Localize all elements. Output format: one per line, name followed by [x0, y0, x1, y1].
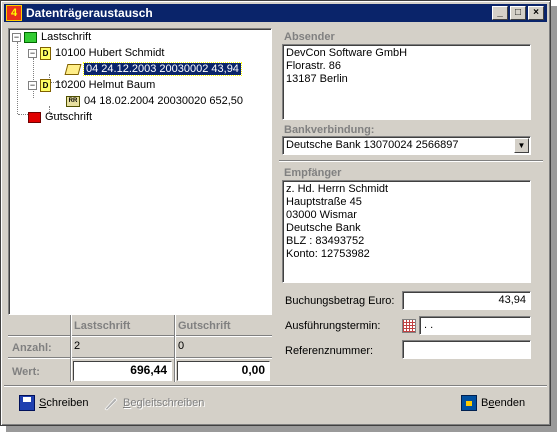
bankverbindung-select[interactable]: Deutsche Bank 13070024 2566897 ▼ — [282, 136, 531, 155]
label-text: chreiben — [46, 397, 89, 409]
bankverbindung-value: Deutsche Bank 13070024 2566897 — [286, 139, 459, 151]
collapse-icon[interactable]: − — [28, 48, 37, 58]
anzahl-label: Anzahl: — [12, 342, 52, 354]
empfaenger-line: Hauptstraße 45 — [286, 196, 362, 208]
wert-lastschrift-value: 696,44 — [73, 361, 172, 381]
rr-document-icon: RR — [66, 95, 80, 107]
exit-door-icon — [461, 395, 477, 411]
empfaenger-textarea[interactable]: z. Hd. Herrn Schmidt Hauptstraße 45 0300… — [282, 180, 531, 283]
absender-line: Florastr. 86 — [286, 60, 342, 72]
label-text: enden — [494, 397, 526, 409]
absender-line: DevCon Software GmbH — [286, 47, 408, 59]
quill-pen-icon — [103, 395, 119, 411]
tree-node-customer-10200[interactable]: − D 10200 Helmut Baum — [28, 77, 155, 93]
absender-label: Absender — [284, 31, 335, 43]
wert-label: Wert: — [12, 366, 40, 378]
tree-node-label: Lastschrift — [41, 31, 92, 43]
anzahl-gutschrift-value: 0 — [178, 340, 185, 352]
label-text: egleitschreiben — [130, 397, 205, 409]
referenznummer-input[interactable] — [402, 340, 531, 359]
tree-node-label: 10100 Hubert Schmidt — [55, 47, 165, 59]
title-bar[interactable]: 4 Datenträgeraustausch _ □ × — [4, 4, 547, 22]
begleitschreiben-label: Begleitschreiben — [123, 397, 204, 409]
begleitschreiben-button[interactable]: Begleitschreiben — [99, 392, 208, 414]
tree-node-gutschrift[interactable]: Gutschrift — [28, 109, 92, 125]
column-header-gutschrift: Gutschrift — [178, 320, 231, 332]
tree-node-customer-10100[interactable]: − D 10100 Hubert Schmidt — [28, 45, 164, 61]
column-header-lastschrift: Lastschrift — [74, 320, 131, 332]
buchungsbetrag-label: Buchungsbetrag Euro: — [285, 295, 395, 307]
ausfuehrungstermin-input[interactable]: . . — [419, 316, 531, 335]
tree-node-label: 04 18.02.2004 20030020 652,50 — [84, 95, 244, 107]
ausfuehrungstermin-label: Ausführungstermin: — [285, 320, 381, 332]
dropdown-arrow-icon[interactable]: ▼ — [514, 138, 529, 153]
beenden-button[interactable]: Beenden — [457, 392, 529, 414]
empfaenger-line: 03000 Wismar — [286, 209, 357, 221]
buchungsbetrag-input[interactable]: 43,94 — [402, 291, 531, 310]
debit-document-icon: D — [40, 46, 51, 60]
tree-node-label: Gutschrift — [45, 111, 93, 123]
grid-divider — [70, 315, 72, 382]
tree-line — [17, 42, 18, 114]
empfaenger-line: Deutsche Bank — [286, 222, 361, 234]
summary-grid: Lastschrift Gutschrift Anzahl: 2 0 Wert:… — [8, 315, 272, 382]
grid-divider — [174, 315, 176, 382]
main-window: 4 Datenträgeraustausch _ □ × − Lastschri… — [0, 0, 551, 426]
transaction-tree[interactable]: − Lastschrift − D 10100 Hubert Schmidt 0… — [8, 28, 272, 315]
referenznummer-label: Referenznummer: — [285, 345, 374, 357]
toolbar-divider — [4, 385, 547, 387]
bankverbindung-label: Bankverbindung: — [284, 124, 375, 136]
minimize-button[interactable]: _ — [492, 6, 508, 20]
absender-line: 13187 Berlin — [286, 73, 348, 85]
tree-node-label: 04 24.12.2003 20030002 43,94 — [83, 62, 242, 76]
absender-textarea[interactable]: DevCon Software GmbH Florastr. 86 13187 … — [282, 44, 531, 120]
schreiben-label: Schreiben — [39, 397, 89, 409]
anzahl-lastschrift-value: 2 — [74, 340, 81, 352]
schreiben-button[interactable]: Schreiben — [15, 392, 93, 414]
grid-divider — [8, 335, 272, 337]
floppy-disk-icon — [19, 395, 35, 411]
window-shadow-bottom — [6, 426, 557, 432]
empfaenger-line: BLZ : 83493752 — [286, 235, 365, 247]
app-icon: 4 — [6, 5, 22, 21]
tree-line — [18, 114, 28, 115]
tree-node-entry[interactable]: RR 04 18.02.2004 20030020 652,50 — [66, 93, 243, 109]
empfaenger-label: Empfänger — [284, 167, 342, 179]
section-divider — [279, 160, 543, 162]
red-folder-icon — [28, 111, 41, 123]
window-shadow-right — [551, 6, 557, 430]
grid-divider — [8, 357, 272, 359]
window-title: Datenträgeraustausch — [26, 6, 153, 20]
tree-node-lastschrift[interactable]: − Lastschrift — [12, 29, 91, 45]
empfaenger-line: z. Hd. Herrn Schmidt — [286, 183, 389, 195]
wert-gutschrift-value: 0,00 — [177, 361, 270, 381]
open-folder-icon — [64, 63, 82, 75]
collapse-icon[interactable]: − — [28, 80, 37, 90]
tree-node-label: 10200 Helmut Baum — [55, 79, 156, 91]
collapse-icon[interactable]: − — [12, 32, 21, 42]
beenden-label: Beenden — [481, 397, 525, 409]
maximize-button[interactable]: □ — [510, 6, 526, 20]
debit-document-icon: D — [40, 78, 51, 92]
close-button[interactable]: × — [528, 6, 544, 20]
tree-node-entry-selected[interactable]: 04 24.12.2003 20030002 43,94 — [64, 61, 242, 77]
calendar-icon[interactable] — [402, 319, 416, 333]
green-folder-icon — [24, 31, 37, 43]
empfaenger-line: Konto: 12753982 — [286, 248, 370, 260]
